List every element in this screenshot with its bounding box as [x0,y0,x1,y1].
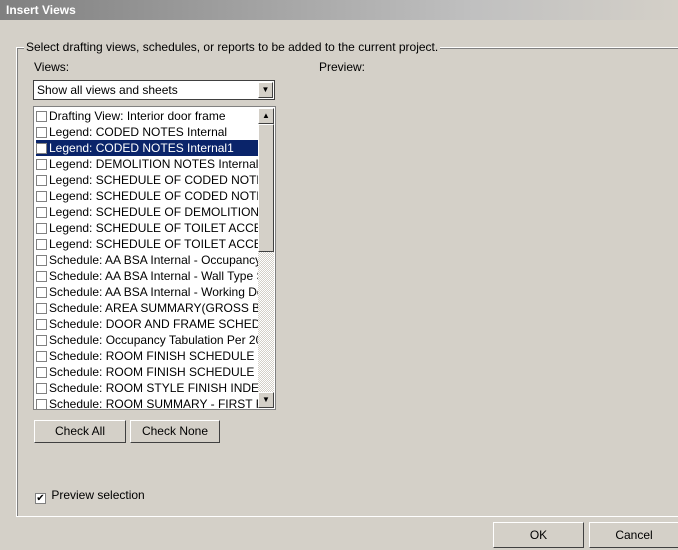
list-item[interactable]: Schedule: AA BSA Internal - Working Door… [36,284,260,300]
list-item-label: Schedule: Occupancy Tabulation Per 2007 … [49,333,260,347]
preview-selection-checkbox[interactable]: ✔ Preview selection [35,488,145,504]
list-item-label: Schedule: ROOM SUMMARY - FIRST FLOOR [49,397,260,410]
preview-label: Preview: [319,60,366,74]
title-bar: Insert Views [0,0,678,20]
list-item[interactable]: Schedule: ROOM SUMMARY - FIRST FLOOR [36,396,260,410]
views-label: Views: [34,60,70,74]
list-item[interactable]: Schedule: AA BSA Internal - Wall Type Sc… [36,268,260,284]
cancel-button[interactable]: Cancel [589,522,678,548]
checkbox[interactable] [36,303,47,314]
checkbox[interactable] [36,319,47,330]
group-label: Select drafting views, schedules, or rep… [24,40,441,54]
views-list[interactable]: Schedule: ROOM SUMMARY - FIRST FLOOR Sche… [33,106,276,410]
scroll-down-icon[interactable]: ▼ [258,392,274,408]
list-item-label: Schedule: AA BSA Internal - Wall Type Sc… [49,269,260,283]
list-item[interactable]: Schedule: ROOM FINISH SCHEDULE - FLOO [36,364,260,380]
checkbox[interactable] [36,111,47,122]
list-item-label: Schedule: DOOR AND FRAME SCHEDULE [49,317,260,331]
scroll-thumb[interactable] [258,124,274,252]
checkmark-icon[interactable]: ✔ [35,493,46,504]
list-item-label: Schedule: AREA SUMMARY(GROSS BUILDIN [49,301,260,315]
list-item-label: Drafting View: Interior door frame [49,109,226,123]
list-item[interactable]: Schedule: DOOR AND FRAME SCHEDULE [36,316,260,332]
checkbox[interactable] [36,239,47,250]
list-item[interactable]: Legend: DEMOLITION NOTES Internal [36,156,260,172]
list-item-label: Legend: SCHEDULE OF TOILET ACCESSORI [49,237,260,251]
list-item[interactable]: Drafting View: Interior door frame [36,108,260,124]
checkbox[interactable] [36,127,47,138]
list-item-label: Legend: CODED NOTES Internal [49,125,228,139]
checkbox[interactable] [36,191,47,202]
view-filter-dropdown[interactable]: Show all views and sheets ▼ [33,80,275,100]
list-item[interactable]: Legend: CODED NOTES Internal [36,124,260,140]
scrollbar[interactable]: ▲ ▼ [258,108,274,408]
list-item-label: Legend: SCHEDULE OF CODED NOTES [49,173,260,187]
list-item[interactable]: Legend: SCHEDULE OF TOILET ACCESSORI [36,236,260,252]
list-item-label: Legend: SCHEDULE OF DEMOLITION NOTES [49,205,260,219]
checkbox[interactable] [36,351,47,362]
check-none-button[interactable]: Check None [130,420,220,443]
list-item[interactable]: Schedule: Occupancy Tabulation Per 2007 … [36,332,260,348]
list-item[interactable]: Legend: CODED NOTES Internal1 [36,140,260,156]
list-item-label: Schedule: AA BSA Internal - Working Door… [49,285,260,299]
checkbox[interactable] [36,367,47,378]
list-item[interactable]: Schedule: ROOM FINISH SCHEDULE - FIRST [36,348,260,364]
list-item-label: Legend: CODED NOTES Internal1 [49,141,234,155]
scroll-up-icon[interactable]: ▲ [258,108,274,124]
list-item-label: Schedule: ROOM STYLE FINISH INDEX [49,381,260,395]
list-item[interactable]: Schedule: AREA SUMMARY(GROSS BUILDIN [36,300,260,316]
checkbox[interactable] [36,399,47,409]
list-item-label: Schedule: ROOM FINISH SCHEDULE - FIRST [49,349,260,363]
checkbox[interactable] [36,175,47,186]
checkbox[interactable] [36,143,47,154]
list-item-label: Legend: SCHEDULE OF CODED NOTES Inter [49,189,260,203]
checkbox[interactable] [36,207,47,218]
checkbox[interactable] [36,255,47,266]
checkbox[interactable] [36,223,47,234]
list-item[interactable]: Legend: SCHEDULE OF TOILET ACCESSORI [36,220,260,236]
list-item-label: Schedule: ROOM FINISH SCHEDULE - FLOO [49,365,260,379]
list-item-label: Legend: SCHEDULE OF TOILET ACCESSORI [49,221,260,235]
list-item-label: Legend: DEMOLITION NOTES Internal [49,157,259,171]
list-item[interactable]: Legend: SCHEDULE OF DEMOLITION NOTES [36,204,260,220]
checkbox[interactable] [36,271,47,282]
view-filter-value: Show all views and sheets [37,83,178,97]
list-item[interactable]: Schedule: AA BSA Internal - Occupancy pe… [36,252,260,268]
checkbox[interactable] [36,335,47,346]
preview-selection-label: Preview selection [51,488,145,502]
list-item[interactable]: Legend: SCHEDULE OF CODED NOTES [36,172,260,188]
checkbox[interactable] [36,287,47,298]
list-item[interactable]: Legend: SCHEDULE OF CODED NOTES Inter [36,188,260,204]
list-item[interactable]: Schedule: ROOM STYLE FINISH INDEX [36,380,260,396]
list-item-label: Schedule: AA BSA Internal - Occupancy pe… [49,253,260,267]
check-all-button[interactable]: Check All [34,420,126,443]
ok-button[interactable]: OK [493,522,584,548]
checkbox[interactable] [36,383,47,394]
chevron-down-icon[interactable]: ▼ [258,82,273,98]
checkbox[interactable] [36,159,47,170]
